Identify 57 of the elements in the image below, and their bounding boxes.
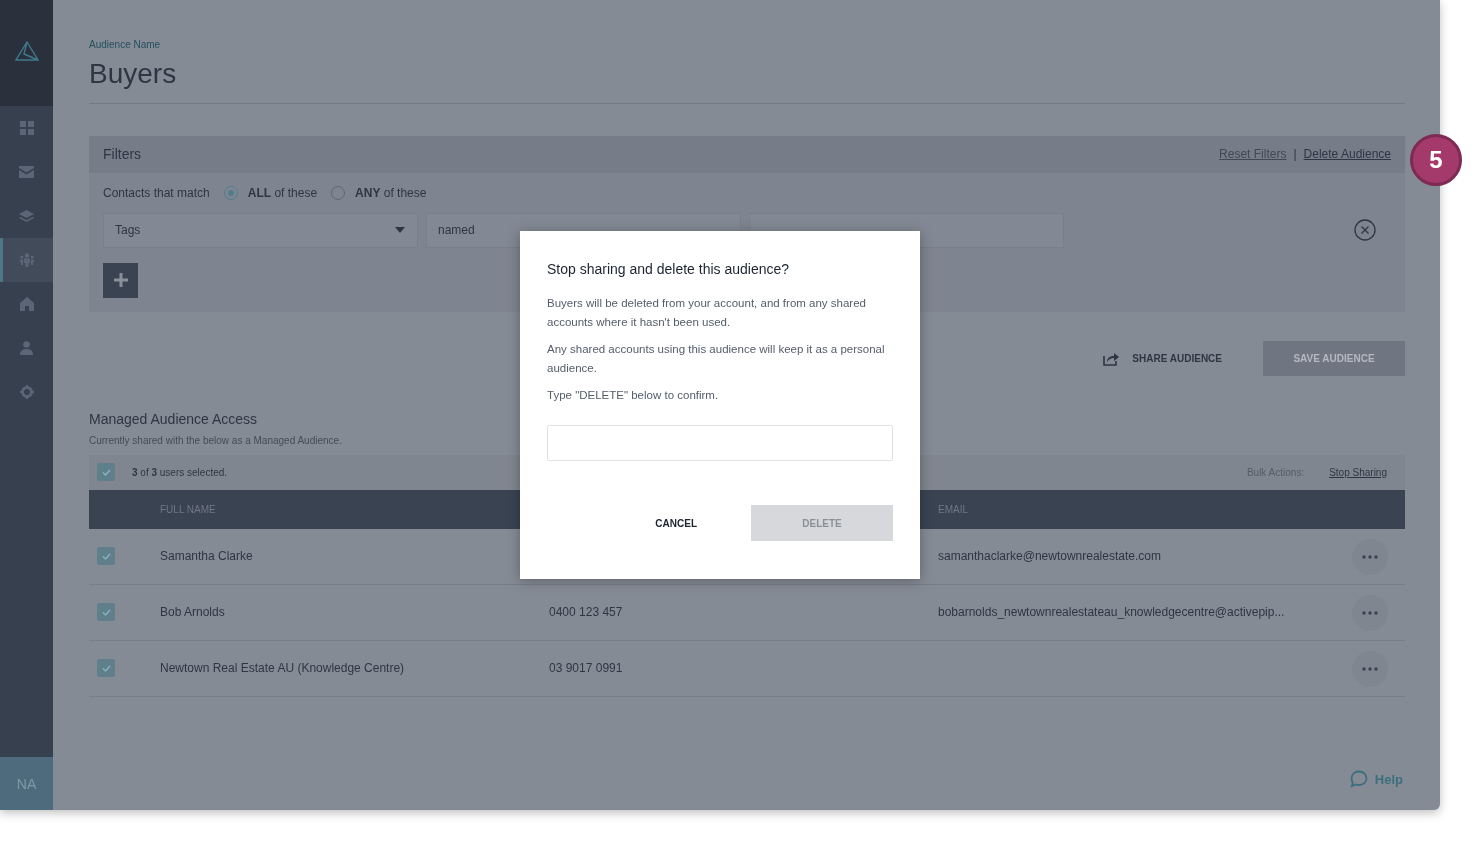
panel-title: Filters <box>103 146 142 163</box>
dialog-title: Stop sharing and delete this audience? <box>547 261 791 277</box>
plus-icon <box>113 273 128 288</box>
check-icon <box>101 664 111 672</box>
more-icon <box>1362 666 1378 671</box>
sidebar-nav-item[interactable] <box>0 238 53 282</box>
dialog-text: Any shared accounts using this audience will keep it as a personal audience. <box>547 342 886 376</box>
more-options-button[interactable] <box>1352 538 1388 575</box>
select-all-checkbox[interactable] <box>97 463 115 482</box>
more-options-button[interactable] <box>1352 594 1388 631</box>
match-label: Contacts that match <box>103 185 210 200</box>
stop-sharing-link[interactable]: Stop Sharing <box>1329 466 1387 478</box>
chat-bubble-icon <box>1349 770 1368 788</box>
layers-icon <box>19 209 34 223</box>
gear-icon <box>19 385 34 399</box>
more-icon <box>1362 610 1378 615</box>
dialog-text: Buyers will be deleted from your account, and from any shared accounts where it hasn't been used. <box>547 296 867 330</box>
separator: | <box>1293 147 1297 162</box>
check-icon <box>101 552 111 560</box>
check-icon <box>101 608 111 616</box>
selection-count: 3 of 3 users selected. <box>132 466 228 478</box>
table-cell: Bob Arnolds <box>160 605 225 620</box>
row-checkbox[interactable] <box>97 603 115 622</box>
section-subtitle: Currently shared with the below as a Managed Audience. <box>89 434 343 446</box>
mail-icon <box>19 166 34 178</box>
dialog-text: Type "DELETE" below to confirm. <box>547 388 720 403</box>
triangle-logo-icon <box>14 41 39 61</box>
audience-title: Buyers <box>89 57 178 91</box>
row-checkbox[interactable] <box>97 547 115 566</box>
person-icon <box>20 341 33 355</box>
more-options-button[interactable] <box>1352 650 1388 687</box>
caret-icon <box>395 227 405 234</box>
table-cell: samanthaclarke@newtownrealestate.com <box>938 549 1161 564</box>
filter-link[interactable]: Delete Audience <box>1303 147 1391 162</box>
remove-icon[interactable] <box>1354 219 1376 242</box>
share-audience-button[interactable]: SHARE AUDIENCE <box>1103 350 1222 366</box>
grid-icon <box>19 121 34 135</box>
check-icon <box>101 468 111 476</box>
table-cell: Samantha Clarke <box>160 549 253 564</box>
table-cell: bobarnolds_newtownrealestateau_knowledgecentre@activepip... <box>938 605 1285 620</box>
add-filter-button[interactable] <box>103 262 138 298</box>
row-checkbox[interactable] <box>97 659 115 678</box>
table-cell: 0400 123 457 <box>549 605 623 620</box>
table-cell: 03 9017 0991 <box>549 661 623 676</box>
table-cell: Newtown Real Estate AU (Knowledge Centre) <box>160 661 405 676</box>
cancel-button[interactable]: CANCEL <box>649 516 703 530</box>
confirm-input-field[interactable] <box>547 425 893 461</box>
field-label: Audience Name <box>89 39 162 50</box>
section-title: Managed Audience Access <box>89 410 259 427</box>
radio-label[interactable]: ALL of these <box>247 185 318 200</box>
more-icon <box>1362 554 1378 559</box>
people-icon <box>18 253 35 267</box>
home-icon <box>19 297 34 311</box>
share-icon <box>1103 350 1120 366</box>
step-number-badge: 5 <box>1410 134 1462 186</box>
field-dropdown[interactable]: Tags <box>103 212 418 248</box>
radio-label[interactable]: ANY of these <box>355 185 427 200</box>
